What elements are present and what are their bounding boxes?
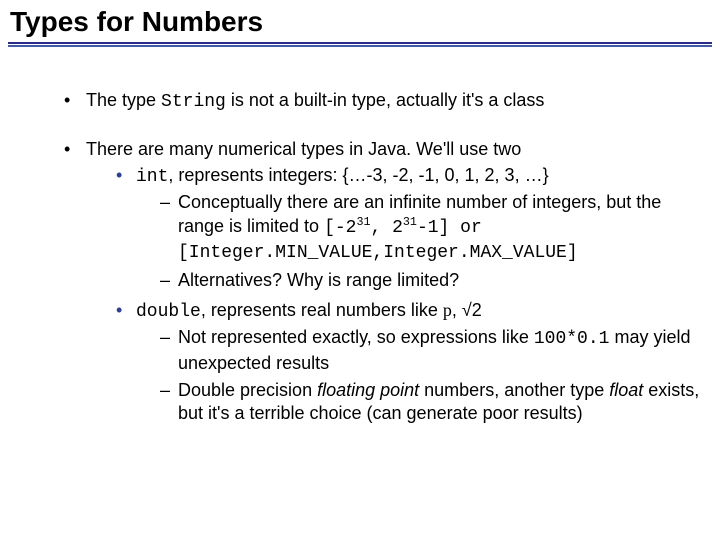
bullet-list: Not represented exactly, so expressions … bbox=[136, 324, 702, 428]
bullet-1: The type String is not a built-in type, … bbox=[64, 83, 702, 132]
code: int bbox=[136, 167, 168, 187]
title-rule-top bbox=[8, 42, 712, 44]
code: String bbox=[161, 92, 226, 112]
emphasis: float bbox=[609, 380, 643, 400]
text: There are many numerical types in Java. … bbox=[86, 139, 521, 159]
code: double bbox=[136, 302, 201, 322]
text: Double precision bbox=[178, 380, 317, 400]
slide: Types for Numbers The type String is not… bbox=[0, 0, 720, 540]
text: is not a built-in type, actually it's a … bbox=[226, 90, 545, 110]
text: [-2 bbox=[324, 218, 356, 238]
bullet-2-2: double, represents real numbers like p, … bbox=[116, 297, 702, 430]
text: , 2 bbox=[371, 218, 403, 238]
text: Alternatives? Why is range limited? bbox=[178, 270, 459, 290]
emphasis: floating point bbox=[317, 380, 419, 400]
code: 100*0.1 bbox=[534, 329, 610, 349]
bullet-2-2-b: Double precision floating point numbers,… bbox=[160, 377, 702, 428]
text: Not represented exactly, so expressions … bbox=[178, 327, 534, 347]
slide-title: Types for Numbers bbox=[0, 0, 720, 40]
text: numbers, another type bbox=[419, 380, 609, 400]
text: , √2 bbox=[452, 300, 482, 320]
text: , represents integers: {…-3, -2, -1, 0, … bbox=[168, 165, 548, 185]
bullet-2-2-a: Not represented exactly, so expressions … bbox=[160, 324, 702, 377]
pi-symbol: p bbox=[443, 300, 452, 320]
superscript: 31 bbox=[356, 215, 370, 229]
bullet-list: The type String is not a built-in type, … bbox=[64, 83, 702, 448]
bullet-list: int, represents integers: {…-3, -2, -1, … bbox=[86, 162, 702, 430]
text: The type bbox=[86, 90, 161, 110]
superscript: 31 bbox=[403, 215, 417, 229]
bullet-2: There are many numerical types in Java. … bbox=[64, 132, 702, 447]
bullet-list: Conceptually there are an infinite numbe… bbox=[136, 189, 702, 295]
bullet-2-1-a: Conceptually there are an infinite numbe… bbox=[160, 189, 702, 267]
slide-body: The type String is not a built-in type, … bbox=[0, 47, 720, 448]
bullet-2-1: int, represents integers: {…-3, -2, -1, … bbox=[116, 162, 702, 297]
bullet-2-1-b: Alternatives? Why is range limited? bbox=[160, 267, 702, 294]
text: , represents real numbers like bbox=[201, 300, 443, 320]
